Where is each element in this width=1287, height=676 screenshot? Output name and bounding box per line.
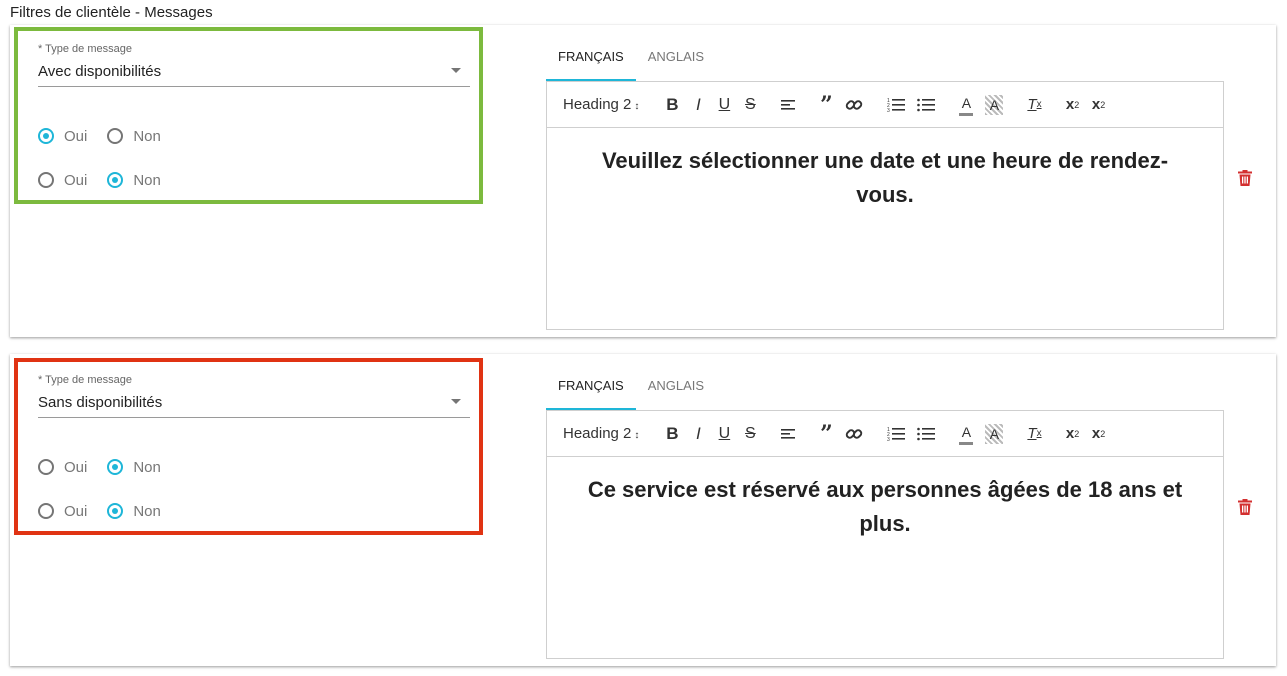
bullet-list-icon[interactable]: [917, 95, 936, 115]
select-underline: [38, 86, 470, 87]
clear-format-icon[interactable]: Tx: [1027, 424, 1041, 444]
heading-select[interactable]: Heading 2 ↕: [563, 96, 639, 113]
language-tabs: FRANÇAIS ANGLAIS: [546, 370, 716, 410]
link-icon[interactable]: [845, 95, 863, 115]
blockquote-icon[interactable]: ”: [819, 94, 833, 116]
subscript-icon[interactable]: x2: [1066, 424, 1080, 444]
bullet-list-icon[interactable]: [917, 424, 936, 444]
align-icon[interactable]: [781, 424, 796, 444]
radio-group: Oui Non: [38, 125, 181, 147]
strikethrough-icon[interactable]: S: [743, 95, 757, 115]
heading-select[interactable]: Heading 2 ↕: [563, 425, 639, 442]
strikethrough-icon[interactable]: S: [743, 424, 757, 444]
radio-label: Oui: [64, 171, 88, 189]
language-tabs: FRANÇAIS ANGLAIS: [546, 41, 716, 81]
radio-button-icon[interactable]: [107, 503, 124, 519]
blockquote-icon[interactable]: ”: [819, 423, 833, 445]
radio-button-icon[interactable]: [107, 172, 124, 188]
radio-button-icon[interactable]: [38, 172, 54, 188]
radio-label: Non: [133, 458, 161, 476]
radio-button-icon[interactable]: [107, 459, 124, 475]
filter-box: * Type de message Sans disponibilités Ou…: [14, 358, 483, 535]
radio-group: Oui Non: [38, 500, 181, 522]
radio-label: Non: [133, 127, 161, 145]
radio-option[interactable]: Oui: [38, 128, 87, 145]
rich-text-editor: Heading 2 ↕ B I U S ” 123 A A Tx x2 x2 Ve: [546, 81, 1224, 330]
select-underline: [38, 417, 470, 418]
page-title: Filtres de clientèle - Messages: [10, 4, 213, 21]
radio-option[interactable]: Non: [107, 503, 161, 520]
superscript-icon[interactable]: x2: [1092, 95, 1106, 115]
radio-label: Oui: [64, 458, 88, 476]
radio-button-icon[interactable]: [38, 128, 54, 144]
svg-text:3: 3: [887, 437, 890, 442]
tab-anglais[interactable]: ANGLAIS: [636, 370, 716, 408]
text-color-icon[interactable]: A: [959, 93, 974, 116]
underline-icon[interactable]: U: [717, 95, 731, 115]
radio-button-icon[interactable]: [107, 128, 124, 144]
radio-button-icon[interactable]: [38, 459, 54, 475]
clear-format-icon[interactable]: Tx: [1027, 95, 1041, 115]
radio-group: Oui Non: [38, 456, 181, 478]
tab-francais[interactable]: FRANÇAIS: [546, 41, 636, 81]
underline-icon[interactable]: U: [717, 424, 731, 444]
radio-label: Oui: [64, 502, 88, 520]
radio-option[interactable]: Non: [107, 128, 161, 145]
radio-button-icon[interactable]: [38, 503, 54, 519]
ordered-list-icon[interactable]: 123: [887, 95, 906, 115]
superscript-icon[interactable]: x2: [1092, 424, 1106, 444]
link-icon[interactable]: [845, 424, 863, 444]
radio-option[interactable]: Oui: [38, 172, 87, 189]
message-type-select[interactable]: Sans disponibilités: [38, 394, 162, 411]
italic-icon[interactable]: I: [691, 424, 705, 444]
ordered-list-icon[interactable]: 123: [887, 424, 906, 444]
editor-toolbar: Heading 2 ↕ B I U S ” 123 A A Tx x2 x2: [547, 82, 1223, 128]
radio-option[interactable]: Non: [107, 172, 161, 189]
background-color-icon[interactable]: A: [985, 423, 1004, 444]
editor-content[interactable]: Veuillez sélectionner une date et une he…: [547, 128, 1223, 228]
delete-icon[interactable]: [1238, 499, 1252, 515]
background-color-icon[interactable]: A: [985, 94, 1004, 115]
select-label: * Type de message: [38, 374, 132, 386]
filter-box: * Type de message Avec disponibilités Ou…: [14, 27, 483, 204]
radio-option[interactable]: Non: [107, 459, 161, 476]
bold-icon[interactable]: B: [665, 95, 679, 115]
radio-group: Oui Non: [38, 169, 181, 191]
tab-anglais[interactable]: ANGLAIS: [636, 41, 716, 79]
chevron-down-icon[interactable]: [451, 68, 461, 73]
radio-label: Oui: [64, 127, 88, 145]
message-card: * Type de message Avec disponibilités Ou…: [10, 25, 1276, 337]
message-card: * Type de message Sans disponibilités Ou…: [10, 354, 1276, 666]
message-type-select[interactable]: Avec disponibilités: [38, 63, 161, 80]
editor-toolbar: Heading 2 ↕ B I U S ” 123 A A Tx x2 x2: [547, 411, 1223, 457]
subscript-icon[interactable]: x2: [1066, 95, 1080, 115]
text-color-icon[interactable]: A: [959, 422, 974, 445]
radio-option[interactable]: Oui: [38, 503, 87, 520]
select-label: * Type de message: [38, 43, 132, 55]
align-icon[interactable]: [781, 95, 796, 115]
editor-content[interactable]: Ce service est réservé aux personnes âgé…: [547, 457, 1223, 557]
svg-text:3: 3: [887, 108, 890, 113]
italic-icon[interactable]: I: [691, 95, 705, 115]
radio-label: Non: [133, 171, 161, 189]
rich-text-editor: Heading 2 ↕ B I U S ” 123 A A Tx x2 x2 Ce: [546, 410, 1224, 659]
delete-icon[interactable]: [1238, 170, 1252, 186]
chevron-down-icon[interactable]: [451, 399, 461, 404]
radio-option[interactable]: Oui: [38, 459, 87, 476]
bold-icon[interactable]: B: [665, 424, 679, 444]
radio-label: Non: [133, 502, 161, 520]
tab-francais[interactable]: FRANÇAIS: [546, 370, 636, 410]
